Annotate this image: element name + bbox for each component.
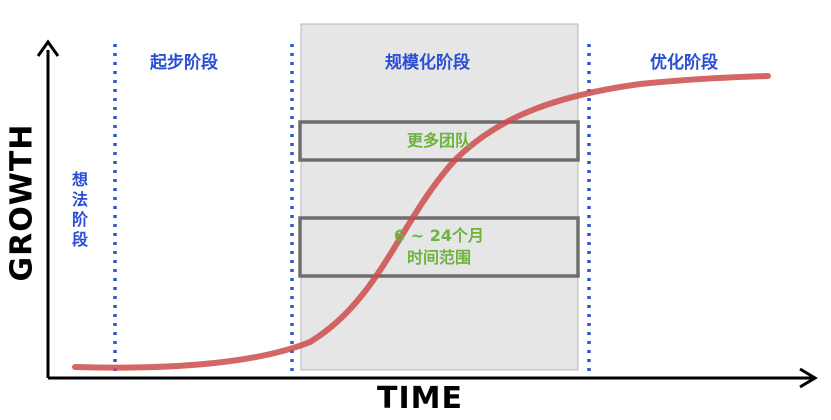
phase-label-idea-char: 法 bbox=[71, 190, 88, 209]
phase-label-idea-char: 想 bbox=[71, 170, 88, 189]
callout-timeframe-line2: 时间范围 bbox=[406, 248, 471, 267]
callout-timeframe-line1: 6 ~ 24个月 bbox=[394, 226, 484, 245]
phase-label-idea: 想 法 阶 段 bbox=[70, 170, 90, 250]
phase-label-scale: 规模化阶段 bbox=[385, 53, 470, 73]
phase-label-startup: 起步阶段 bbox=[150, 53, 218, 73]
phase-label-idea-char: 阶 bbox=[71, 210, 88, 229]
callout-teams-text: 更多团队 bbox=[406, 131, 471, 150]
callout-timeframe-text: 6 ~ 24个月 时间范围 bbox=[300, 225, 578, 269]
y-axis-title: GROWTH bbox=[4, 123, 40, 282]
x-axis-title: TIME bbox=[377, 381, 463, 416]
phase-label-optimize: 优化阶段 bbox=[650, 53, 718, 73]
phase-label-idea-char: 段 bbox=[71, 230, 88, 249]
